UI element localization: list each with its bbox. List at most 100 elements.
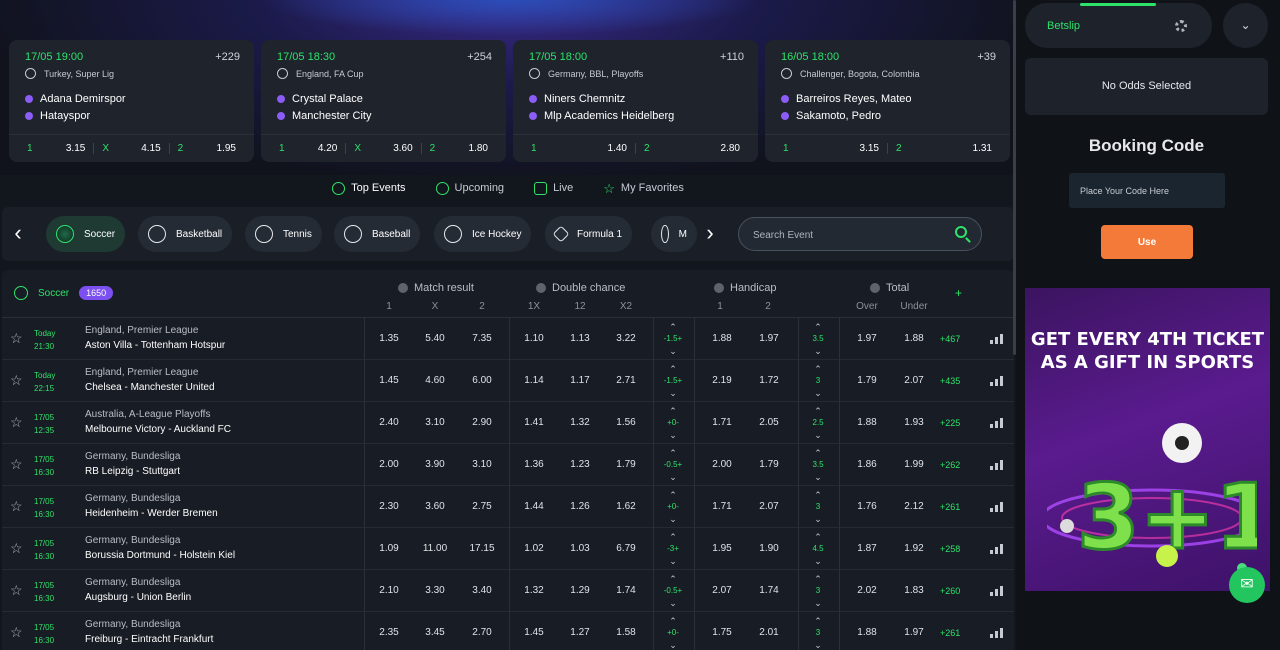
odd-handicap[interactable]: 2.07	[749, 486, 789, 528]
table-row[interactable]: ☆ 17/05 16:30 Germany, Bundesliga RB Leipzig…	[2, 444, 1014, 486]
total-line-selector[interactable]: ⌃ 3 ⌄	[803, 573, 833, 609]
stats-icon[interactable]	[990, 502, 1003, 512]
table-row[interactable]: ☆ Today 21:30 England, Premier League Aston …	[2, 318, 1014, 360]
info-icon[interactable]	[870, 283, 880, 293]
odd-match-result[interactable]: 1.09	[369, 528, 409, 570]
more-markets[interactable]: +262	[940, 444, 960, 486]
odd-double-chance[interactable]: 1.27	[560, 612, 600, 650]
odd-double-chance[interactable]: 3.22	[606, 318, 646, 360]
odd-double-chance[interactable]: 1.44	[514, 486, 554, 528]
chevron-down-icon[interactable]: ⌄	[803, 345, 833, 357]
match-teams[interactable]: Melbourne Victory - Auckland FC	[85, 424, 231, 435]
more-markets[interactable]: +225	[940, 402, 960, 444]
featured-match-card[interactable]: 17/05 18:30 +254 England, FA Cup Crystal…	[261, 40, 506, 162]
odd-match-result[interactable]: 2.30	[369, 486, 409, 528]
odd-button[interactable]: 2 1.31	[887, 143, 1000, 154]
chevron-down-icon[interactable]: ⌄	[658, 639, 688, 650]
promo-banner[interactable]: GET EVERY 4TH TICKET AS A GIFT IN SPORTS…	[1025, 288, 1270, 591]
odd-total[interactable]: 1.88	[847, 402, 887, 444]
odd-double-chance[interactable]: 1.02	[514, 528, 554, 570]
odd-match-result[interactable]: 2.35	[369, 612, 409, 650]
odd-match-result[interactable]: 3.10	[462, 444, 502, 486]
odd-handicap[interactable]: 2.07	[702, 570, 742, 612]
odd-total[interactable]: 1.83	[894, 570, 934, 612]
chevron-down-icon[interactable]: ⌄	[803, 471, 833, 483]
chevron-up-icon[interactable]: ⌃	[658, 615, 688, 627]
odd-double-chance[interactable]: 1.10	[514, 318, 554, 360]
more-markets[interactable]: +467	[940, 318, 960, 360]
match-teams[interactable]: RB Leipzig - Stuttgart	[85, 466, 180, 477]
chevron-up-icon[interactable]: ⌃	[658, 489, 688, 501]
stats-icon[interactable]	[990, 376, 1003, 386]
odd-double-chance[interactable]: 1.17	[560, 360, 600, 402]
stats-icon[interactable]	[990, 334, 1003, 344]
chevron-up-icon[interactable]: ⌃	[658, 363, 688, 375]
odd-handicap[interactable]: 2.00	[702, 444, 742, 486]
odd-total[interactable]: 1.88	[847, 612, 887, 650]
total-line-selector[interactable]: ⌃ 4.5 ⌄	[803, 531, 833, 567]
match-teams[interactable]: Chelsea - Manchester United	[85, 382, 215, 393]
total-line-selector[interactable]: ⌃ 3.5 ⌄	[803, 321, 833, 357]
odd-handicap[interactable]: 2.19	[702, 360, 742, 402]
odd-double-chance[interactable]: 1.45	[514, 612, 554, 650]
odd-total[interactable]: 1.92	[894, 528, 934, 570]
odd-handicap[interactable]: 1.97	[749, 318, 789, 360]
chevron-up-icon[interactable]: ⌃	[658, 321, 688, 333]
odd-handicap[interactable]: 1.72	[749, 360, 789, 402]
odd-match-result[interactable]: 2.10	[369, 570, 409, 612]
odd-double-chance[interactable]: 1.14	[514, 360, 554, 402]
star-icon[interactable]: ☆	[10, 625, 23, 639]
chevron-down-icon[interactable]: ⌄	[803, 429, 833, 441]
odd-button[interactable]: X 4.15	[93, 143, 168, 154]
odd-total[interactable]: 1.86	[847, 444, 887, 486]
stats-icon[interactable]	[990, 586, 1003, 596]
odd-double-chance[interactable]: 2.71	[606, 360, 646, 402]
odd-handicap[interactable]: 1.74	[749, 570, 789, 612]
odd-double-chance[interactable]: 1.13	[560, 318, 600, 360]
more-markets[interactable]: +39	[977, 51, 996, 63]
sport-tennis[interactable]: Tennis	[245, 216, 322, 252]
odd-handicap[interactable]: 1.71	[702, 402, 742, 444]
odd-double-chance[interactable]: 1.32	[560, 402, 600, 444]
odd-double-chance[interactable]: 1.03	[560, 528, 600, 570]
odd-handicap[interactable]: 1.88	[702, 318, 742, 360]
more-markets[interactable]: +260	[940, 570, 960, 612]
odd-match-result[interactable]: 5.40	[415, 318, 455, 360]
star-icon[interactable]: ☆	[10, 583, 23, 597]
tab-upcoming[interactable]: Upcoming	[435, 178, 504, 198]
odd-double-chance[interactable]: 1.56	[606, 402, 646, 444]
odd-button[interactable]: 1 3.15	[19, 143, 93, 154]
more-markets[interactable]: +261	[940, 612, 960, 650]
chevron-down-icon[interactable]: ⌄	[803, 639, 833, 650]
odd-button[interactable]: 1 4.20	[271, 143, 345, 154]
chevron-up-icon[interactable]: ⌃	[658, 531, 688, 543]
chevron-down-icon[interactable]: ⌄	[658, 513, 688, 525]
star-icon[interactable]: ☆	[10, 415, 23, 429]
chevron-down-icon[interactable]: ⌄	[1223, 3, 1268, 48]
use-code-button[interactable]: Use	[1101, 225, 1193, 259]
chevron-up-icon[interactable]: ⌃	[658, 573, 688, 585]
chevron-down-icon[interactable]: ⌄	[803, 387, 833, 399]
featured-match-card[interactable]: 16/05 18:00 +39 Challenger, Bogota, Colo…	[765, 40, 1010, 162]
chat-icon[interactable]: ✉	[1229, 567, 1265, 603]
odd-double-chance[interactable]: 1.23	[560, 444, 600, 486]
info-icon[interactable]	[536, 283, 546, 293]
handicap-line-selector[interactable]: ⌃ +0- ⌄	[658, 615, 688, 650]
odd-total[interactable]: 1.87	[847, 528, 887, 570]
odd-match-result[interactable]: 11.00	[415, 528, 455, 570]
handicap-line-selector[interactable]: ⌃ -0.5+ ⌄	[658, 573, 688, 609]
chevron-up-icon[interactable]: ⌃	[803, 447, 833, 459]
odd-double-chance[interactable]: 1.36	[514, 444, 554, 486]
odd-total[interactable]: 2.07	[894, 360, 934, 402]
more-markets[interactable]: +261	[940, 486, 960, 528]
odd-match-result[interactable]: 2.90	[462, 402, 502, 444]
featured-match-card[interactable]: 17/05 19:00 +229 Turkey, Super Lig Adana…	[9, 40, 254, 162]
odd-match-result[interactable]: 2.70	[462, 612, 502, 650]
handicap-line-selector[interactable]: ⌃ +0- ⌄	[658, 489, 688, 525]
booking-code-input[interactable]	[1069, 173, 1225, 208]
odd-match-result[interactable]: 2.75	[462, 486, 502, 528]
more-markets[interactable]: +254	[467, 51, 492, 63]
table-row[interactable]: ☆ 17/05 16:30 Germany, Bundesliga Augsburg -…	[2, 570, 1014, 612]
featured-match-card[interactable]: 17/05 18:00 +110 Germany, BBL, Playoffs …	[513, 40, 758, 162]
odd-match-result[interactable]: 17.15	[462, 528, 502, 570]
